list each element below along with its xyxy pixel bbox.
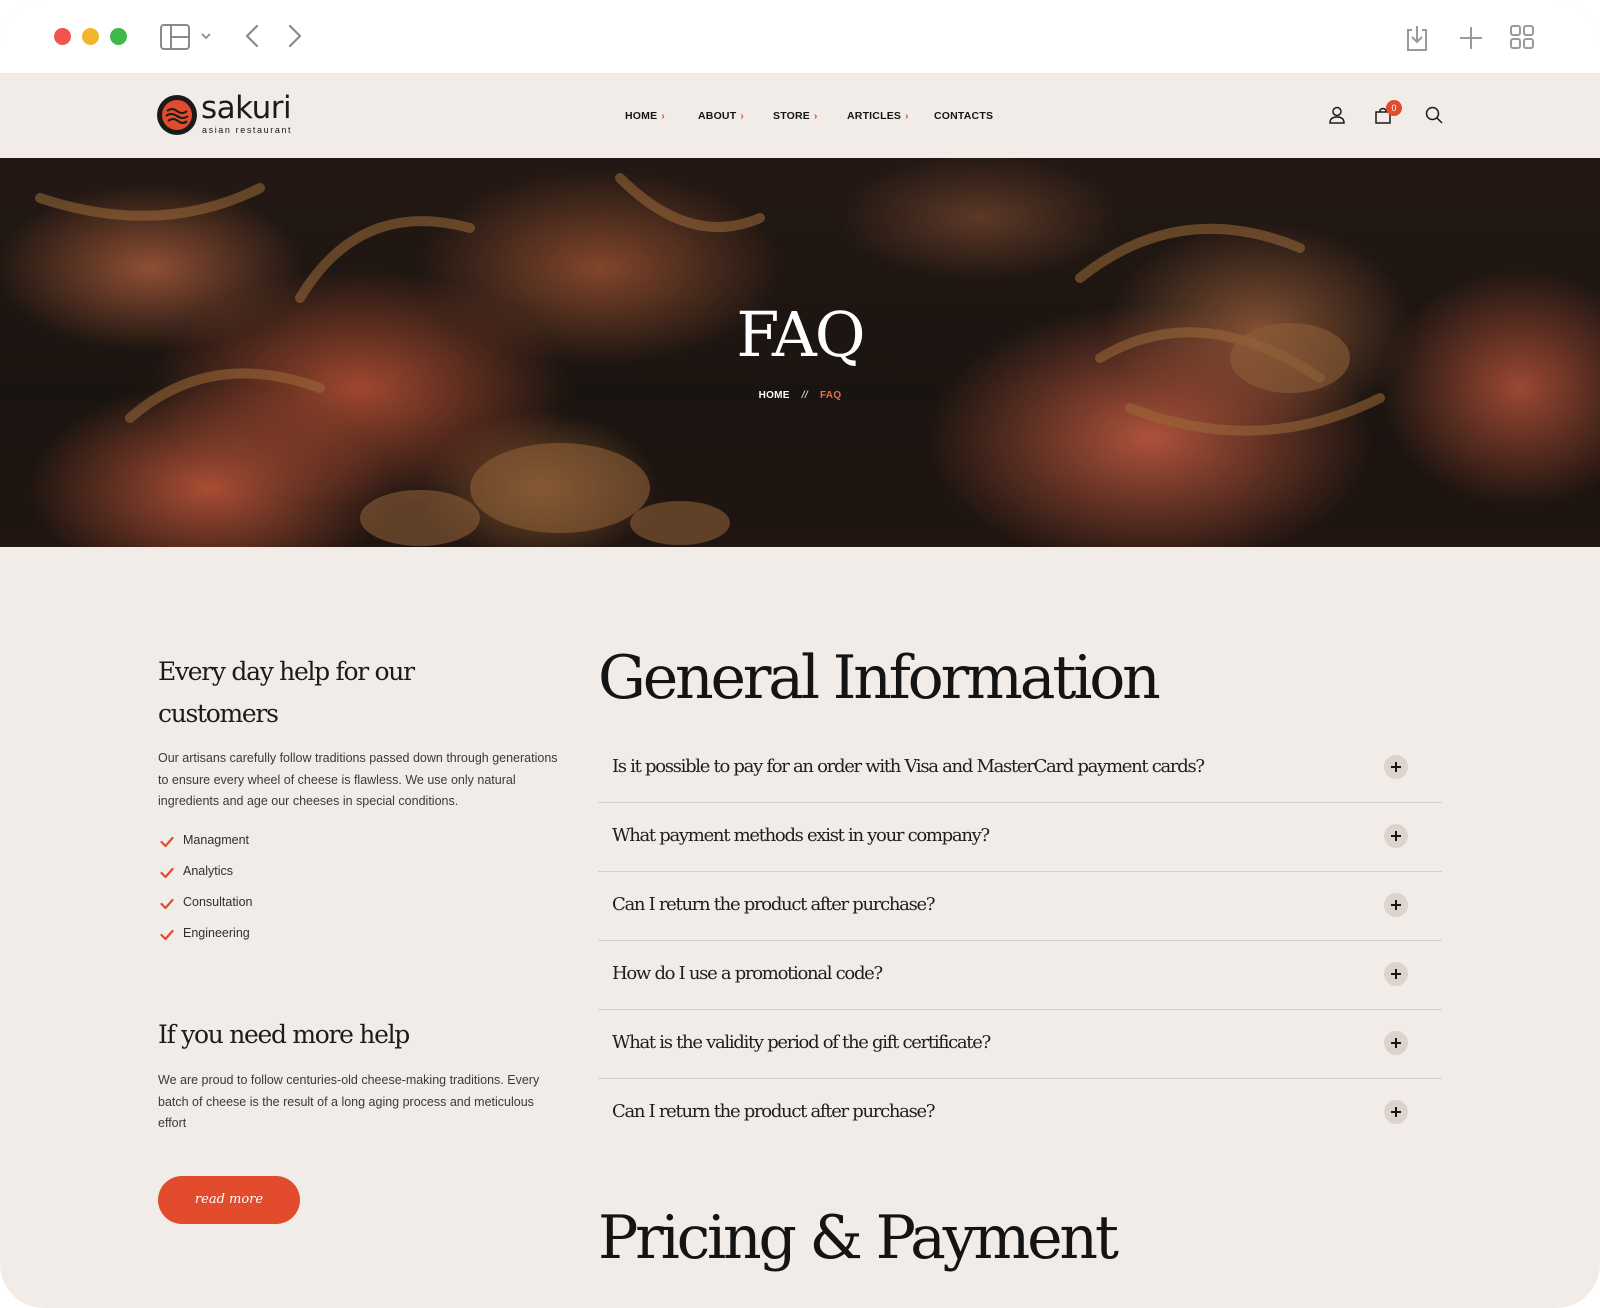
faq-item[interactable]: What payment methods exist in your compa…: [598, 803, 1442, 872]
expand-plus-icon[interactable]: [1384, 1100, 1408, 1124]
nav-item-articles[interactable]: ARTICLES ›: [847, 110, 909, 122]
page-title: FAQ: [736, 298, 865, 371]
help-heading: If you need more help: [158, 1020, 410, 1049]
chevron-right-icon: ›: [905, 111, 909, 122]
check-icon: [160, 867, 174, 879]
user-icon[interactable]: [1328, 106, 1346, 124]
download-icon[interactable]: [1405, 24, 1429, 52]
back-icon[interactable]: [244, 24, 260, 48]
breadcrumb-separator: //: [801, 390, 808, 401]
check-icon: [160, 836, 174, 848]
nav-item-home[interactable]: HOME ›: [625, 110, 665, 122]
cart-count-badge: 0: [1386, 100, 1402, 116]
breadcrumb-current: FAQ: [819, 390, 842, 401]
faq-question: Is it possible to pay for an order with …: [612, 756, 1205, 777]
pricing-section-title: Pricing & Payment: [598, 1203, 1119, 1273]
expand-plus-icon[interactable]: [1384, 893, 1408, 917]
faq-question: Can I return the product after purchase?: [612, 1101, 936, 1122]
faq-item[interactable]: Can I return the product after purchase?: [598, 1079, 1442, 1148]
logo-tagline: asian restaurant: [202, 125, 293, 135]
faq-question: Can I return the product after purchase?: [612, 894, 936, 915]
new-tab-icon[interactable]: [1459, 26, 1483, 50]
faq-item[interactable]: Can I return the product after purchase?: [598, 872, 1442, 941]
close-window-button[interactable]: [54, 28, 71, 45]
search-icon[interactable]: [1425, 106, 1443, 124]
chevron-right-icon: ›: [661, 111, 665, 122]
check-icon: [160, 929, 174, 941]
faq-question: What payment methods exist in your compa…: [612, 825, 990, 846]
breadcrumb-home-link[interactable]: HOME: [759, 390, 790, 401]
faq-question: What is the validity period of the gift …: [612, 1032, 991, 1053]
logo-mark-icon: [157, 95, 197, 135]
logo[interactable]: sakuri asian restaurant: [157, 90, 297, 138]
chevron-right-icon: ›: [813, 111, 818, 122]
sidebar-intro-text: Our artisans carefully follow traditions…: [158, 751, 558, 808]
breadcrumb: HOME // FAQ: [0, 390, 1600, 401]
read-more-button[interactable]: read more: [158, 1176, 300, 1224]
expand-plus-icon[interactable]: [1384, 755, 1408, 779]
expand-plus-icon[interactable]: [1384, 962, 1408, 986]
forward-icon[interactable]: [287, 24, 303, 48]
check-icon: [160, 898, 174, 910]
tab-overview-icon[interactable]: [1510, 25, 1535, 50]
minimize-window-button[interactable]: [82, 28, 99, 45]
nav-item-about[interactable]: ABOUT ›: [698, 110, 744, 122]
faq-item[interactable]: Is it possible to pay for an order with …: [598, 734, 1442, 803]
help-text: We are proud to follow centuries-old che…: [158, 1073, 540, 1130]
sidebar-toggle-icon[interactable]: [160, 23, 214, 51]
faq-accordion: Is it possible to pay for an order with …: [598, 734, 1442, 1148]
browser-toolbar: [0, 0, 1600, 74]
site-header: sakuri asian restaurant HOME › ABOUT › STO…: [0, 74, 1600, 158]
nav-item-contacts[interactable]: CONTACTS: [934, 110, 993, 122]
faq-section-title: General Information: [598, 643, 1161, 713]
hero-banner: FAQ HOME // FAQ: [0, 158, 1600, 547]
expand-plus-icon[interactable]: [1384, 824, 1408, 848]
faq-question: How do I use a promotional code?: [612, 963, 883, 984]
nav-item-store[interactable]: STORE ›: [773, 110, 818, 122]
chevron-right-icon: ›: [740, 111, 744, 122]
faq-item[interactable]: How do I use a promotional code?: [598, 941, 1442, 1010]
logo-name: sakuri: [201, 90, 292, 126]
expand-plus-icon[interactable]: [1384, 1031, 1408, 1055]
browser-window: sakuri asian restaurant HOME › ABOUT › STO…: [0, 0, 1600, 1308]
faq-item[interactable]: What is the validity period of the gift …: [598, 1010, 1442, 1079]
sidebar-heading-line1: Every day help for our: [158, 657, 415, 686]
sidebar-heading-line2: customers: [158, 699, 279, 728]
zoom-window-button[interactable]: [110, 28, 127, 45]
